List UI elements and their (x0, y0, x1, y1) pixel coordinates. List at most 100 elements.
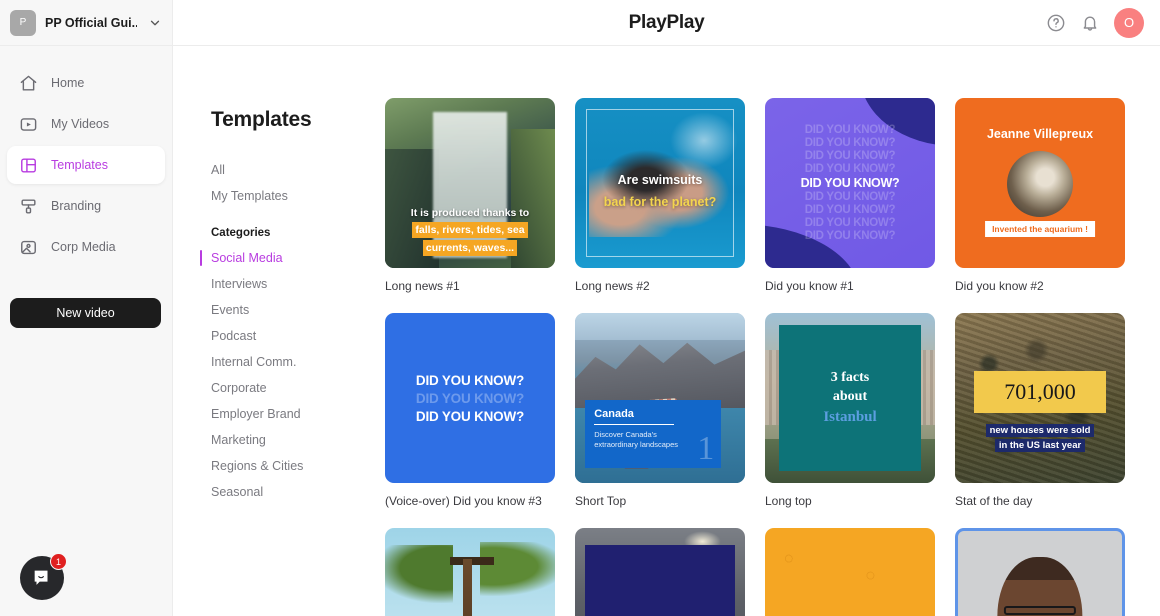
template-card[interactable]: DID YOU KNOW? DID YOU KNOW? DID YOU KNOW… (765, 98, 935, 293)
thumb-caption-line: DID YOU KNOW? (416, 373, 524, 388)
category-seasonal[interactable]: Seasonal (211, 479, 385, 505)
thumb-info-panel: Canada Discover Canada's extraordinary l… (585, 400, 721, 468)
topbar-actions: O (1046, 8, 1160, 38)
help-circle-icon[interactable] (1046, 13, 1066, 33)
template-card[interactable] (575, 528, 745, 616)
thumb-caption-line: Canada (594, 408, 712, 420)
category-corporate[interactable]: Corporate (211, 375, 385, 401)
thumb-caption-line: DID YOU KNOW? (801, 176, 900, 190)
sidebar: P PP Official Gui... Home My Videos Temp… (0, 0, 173, 616)
category-all[interactable]: All (211, 157, 385, 183)
thumb-caption-line: DID YOU KNOW? (805, 204, 895, 216)
thumb-caption-line: bad for the planet? (575, 195, 745, 209)
category-regions-cities[interactable]: Regions & Cities (211, 453, 385, 479)
chat-bubble-icon (31, 567, 53, 589)
template-card[interactable]: True (765, 528, 935, 616)
template-thumbnail: 3 facts about Istanbul (765, 313, 935, 483)
template-label: Long news #2 (575, 279, 745, 293)
category-social-media[interactable]: Social Media (211, 245, 385, 271)
template-card[interactable]: Are swimsuits bad for the planet? Long n… (575, 98, 745, 293)
thumb-caption-line: DID YOU KNOW? (805, 137, 895, 149)
template-thumbnail: True (765, 528, 935, 616)
main-area: PlayPlay O Templates All My Templates Ca… (173, 0, 1160, 616)
thumb-number: 701,000 (974, 371, 1107, 414)
thumb-caption-line: DID YOU KNOW? (805, 163, 895, 175)
template-thumbnail (575, 528, 745, 616)
thumb-caption-line: Istanbul (823, 406, 876, 428)
org-avatar: P (10, 10, 36, 36)
template-thumbnail: DID YOU KNOW? DID YOU KNOW? DID YOU KNOW… (385, 313, 555, 483)
template-card[interactable] (385, 528, 555, 616)
categories-heading: Categories (211, 227, 385, 239)
bell-icon[interactable] (1080, 13, 1100, 33)
template-card[interactable]: 701,000 new houses were sold in the US l… (955, 313, 1125, 508)
template-label: (Voice-over) Did you know #3 (385, 494, 555, 508)
template-label: Did you know #2 (955, 279, 1125, 293)
sidebar-item-label: Home (51, 76, 84, 90)
user-avatar[interactable]: O (1114, 8, 1144, 38)
template-card[interactable]: Canada Discover Canada's extraordinary l… (575, 313, 745, 508)
thumb-caption-line: currents, waves... (423, 240, 517, 256)
template-label: Short Top (575, 494, 745, 508)
template-label: Stat of the day (955, 494, 1125, 508)
templates-grid: It is produced thanks to falls, rivers, … (385, 98, 1140, 616)
org-switcher[interactable]: P PP Official Gui... (0, 0, 172, 46)
template-card[interactable]: 3 facts about Istanbul Long top (765, 313, 935, 508)
thumb-caption-line: Are swimsuits (575, 173, 745, 187)
category-my-templates[interactable]: My Templates (211, 183, 385, 209)
template-thumbnail: Canada Discover Canada's extraordinary l… (575, 313, 745, 483)
category-podcast[interactable]: Podcast (211, 323, 385, 349)
thumb-number: 1 (697, 432, 714, 466)
category-marketing[interactable]: Marketing (211, 427, 385, 453)
thumb-caption-line: falls, rivers, tides, sea (412, 222, 527, 238)
category-employer-brand[interactable]: Employer Brand (211, 401, 385, 427)
intercom-chat-launcher[interactable]: 1 (20, 556, 64, 600)
new-video-button[interactable]: New video (10, 298, 161, 328)
template-label: Did you know #1 (765, 279, 935, 293)
home-icon (19, 74, 38, 93)
page-title: Templates (211, 108, 385, 132)
category-events[interactable]: Events (211, 297, 385, 323)
sidebar-item-label: My Videos (51, 117, 109, 131)
thumb-caption-line: DID YOU KNOW? (805, 230, 895, 242)
dyk-repeat-stack: DID YOU KNOW? DID YOU KNOW? DID YOU KNOW… (765, 98, 935, 268)
templates-scroll-area[interactable]: It is produced thanks to falls, rivers, … (385, 46, 1160, 616)
thumb-caption-line: Discover Canada's extraordinary landscap… (594, 430, 684, 450)
template-card[interactable]: It is produced thanks to falls, rivers, … (385, 98, 555, 293)
template-card[interactable]: DID YOU KNOW? DID YOU KNOW? DID YOU KNOW… (385, 313, 555, 508)
chevron-down-icon (148, 16, 162, 30)
thumb-caption-line: DID YOU KNOW? (805, 124, 895, 136)
template-thumbnail: 701,000 new houses were sold in the US l… (955, 313, 1125, 483)
thumb-caption-line: about (833, 387, 867, 406)
sidebar-item-label: Corp Media (51, 240, 116, 254)
video-icon (19, 115, 38, 134)
template-card[interactable] (955, 528, 1125, 616)
thumb-caption-line: DID YOU KNOW? (805, 191, 895, 203)
sidebar-item-templates[interactable]: Templates (7, 146, 165, 184)
thumb-caption-line: It is produced thanks to (391, 206, 549, 220)
template-card[interactable]: Jeanne Villepreux Invented the aquarium … (955, 98, 1125, 293)
thumb-caption-line: 3 facts (831, 368, 870, 387)
thumb-caption-line: DID YOU KNOW? (805, 217, 895, 229)
template-thumbnail: DID YOU KNOW? DID YOU KNOW? DID YOU KNOW… (765, 98, 935, 268)
template-thumbnail (385, 528, 555, 616)
app-root: P PP Official Gui... Home My Videos Temp… (0, 0, 1160, 616)
thumb-caption-line: Invented the aquarium ! (985, 221, 1095, 237)
template-label: Long news #1 (385, 279, 555, 293)
category-interviews[interactable]: Interviews (211, 271, 385, 297)
sidebar-item-my-videos[interactable]: My Videos (7, 105, 165, 143)
thumb-overlay-box: 3 facts about Istanbul (779, 325, 922, 471)
template-thumbnail: Jeanne Villepreux Invented the aquarium … (955, 98, 1125, 268)
sidebar-item-label: Templates (51, 158, 108, 172)
thumb-caption-line: in the US last year (995, 439, 1085, 452)
sidebar-item-corp-media[interactable]: Corp Media (7, 228, 165, 266)
category-internal-comm[interactable]: Internal Comm. (211, 349, 385, 375)
org-name: PP Official Gui... (45, 16, 137, 30)
templates-icon (19, 156, 38, 175)
image-icon (19, 238, 38, 257)
template-label: Long top (765, 494, 935, 508)
thumb-caption-line: DID YOU KNOW? (416, 391, 524, 406)
sidebar-item-branding[interactable]: Branding (7, 187, 165, 225)
sidebar-item-home[interactable]: Home (7, 64, 165, 102)
template-thumbnail: It is produced thanks to falls, rivers, … (385, 98, 555, 268)
